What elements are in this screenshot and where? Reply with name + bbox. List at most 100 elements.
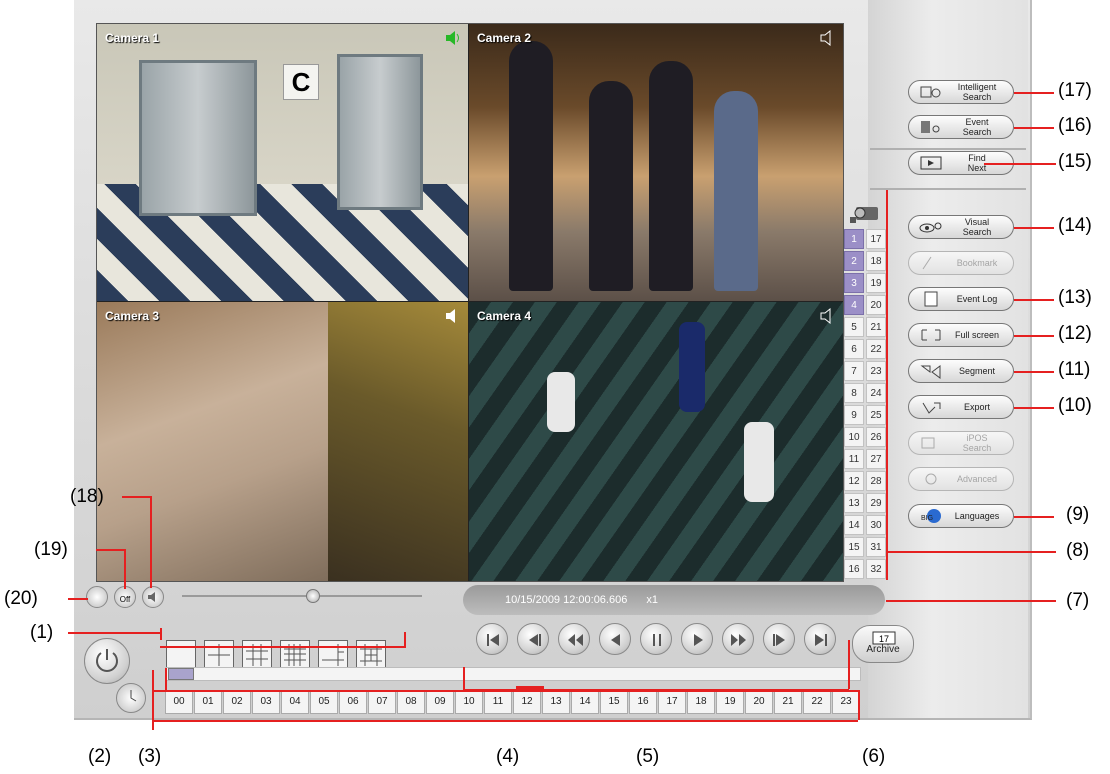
hour-12-button[interactable]: 12 [513, 690, 541, 714]
speaker-icon[interactable] [819, 30, 835, 46]
audio-off-button[interactable]: Off [114, 586, 136, 608]
schedule-button[interactable] [116, 683, 146, 713]
channel-9-button[interactable]: 9 [844, 405, 864, 425]
channel-32-button[interactable]: 32 [866, 559, 886, 579]
hour-00-button[interactable]: 00 [165, 690, 193, 714]
next-frame-button[interactable] [763, 623, 795, 655]
hour-07-button[interactable]: 07 [368, 690, 396, 714]
split-9-icon[interactable] [242, 640, 272, 670]
visual-search-button[interactable]: Visual Search [908, 215, 1014, 239]
split-16-icon[interactable] [280, 640, 310, 670]
camera-4-view[interactable]: Camera 4 [469, 302, 843, 581]
channel-17-button[interactable]: 17 [866, 229, 886, 249]
channel-19-button[interactable]: 19 [866, 273, 886, 293]
hour-22-button[interactable]: 22 [803, 690, 831, 714]
hour-15-button[interactable]: 15 [600, 690, 628, 714]
channel-31-button[interactable]: 31 [866, 537, 886, 557]
volume-slider-knob[interactable] [306, 589, 320, 603]
hour-04-button[interactable]: 04 [281, 690, 309, 714]
split-1-icon[interactable] [166, 640, 196, 670]
channel-2-button[interactable]: 2 [844, 251, 864, 271]
channel-1-button[interactable]: 1 [844, 229, 864, 249]
bookmark-button[interactable]: Bookmark [908, 251, 1014, 275]
event-log-button[interactable]: Event Log [908, 287, 1014, 311]
channel-23-button[interactable]: 23 [866, 361, 886, 381]
camera-2-view[interactable]: Camera 2 [469, 24, 843, 301]
camera-1-view[interactable]: C Camera 1 [97, 24, 468, 301]
hour-02-button[interactable]: 02 [223, 690, 251, 714]
hour-13-button[interactable]: 13 [542, 690, 570, 714]
ipos-search-button[interactable]: iPOS Search [908, 431, 1014, 455]
channel-13-button[interactable]: 13 [844, 493, 864, 513]
hour-23-button[interactable]: 23 [832, 690, 860, 714]
channel-4-button[interactable]: 4 [844, 295, 864, 315]
snapshot-button[interactable] [86, 586, 108, 608]
hour-10-button[interactable]: 10 [455, 690, 483, 714]
split-13-icon[interactable] [356, 640, 386, 670]
volume-button[interactable] [142, 586, 164, 608]
channel-20-button[interactable]: 20 [866, 295, 886, 315]
channel-22-button[interactable]: 22 [866, 339, 886, 359]
last-button[interactable] [804, 623, 836, 655]
first-button[interactable] [476, 623, 508, 655]
camera-3-view[interactable]: Camera 3 [97, 302, 468, 581]
hour-09-button[interactable]: 09 [426, 690, 454, 714]
split-6-icon[interactable] [318, 640, 348, 670]
speaker-icon[interactable] [444, 308, 460, 324]
channel-6-button[interactable]: 6 [844, 339, 864, 359]
hour-19-button[interactable]: 19 [716, 690, 744, 714]
pause-button[interactable] [640, 623, 672, 655]
hour-11-button[interactable]: 11 [484, 690, 512, 714]
event-search-button[interactable]: Event Search [908, 115, 1014, 139]
play-button[interactable] [681, 623, 713, 655]
channel-5-button[interactable]: 5 [844, 317, 864, 337]
channel-11-button[interactable]: 11 [844, 449, 864, 469]
hour-14-button[interactable]: 14 [571, 690, 599, 714]
prev-frame-button[interactable] [517, 623, 549, 655]
rewind-button[interactable] [558, 623, 590, 655]
channel-26-button[interactable]: 26 [866, 427, 886, 447]
channel-16-button[interactable]: 16 [844, 559, 864, 579]
timeline-slider[interactable] [168, 668, 194, 680]
languages-button[interactable]: BIG Languages [908, 504, 1014, 528]
advanced-button[interactable]: Advanced [908, 467, 1014, 491]
channel-15-button[interactable]: 15 [844, 537, 864, 557]
reverse-play-button[interactable] [599, 623, 631, 655]
channel-21-button[interactable]: 21 [866, 317, 886, 337]
power-button[interactable] [84, 638, 130, 684]
channel-25-button[interactable]: 25 [866, 405, 886, 425]
hour-08-button[interactable]: 08 [397, 690, 425, 714]
hour-01-button[interactable]: 01 [194, 690, 222, 714]
channel-24-button[interactable]: 24 [866, 383, 886, 403]
hour-16-button[interactable]: 16 [629, 690, 657, 714]
hour-18-button[interactable]: 18 [687, 690, 715, 714]
speaker-icon[interactable] [819, 308, 835, 324]
archive-button[interactable]: 17 Archive [852, 625, 914, 663]
channel-30-button[interactable]: 30 [866, 515, 886, 535]
hour-17-button[interactable]: 17 [658, 690, 686, 714]
channel-12-button[interactable]: 12 [844, 471, 864, 491]
video-display[interactable]: C Camera 1 Camera 2 Camera 3 Camera 4 [96, 23, 844, 582]
channel-28-button[interactable]: 28 [866, 471, 886, 491]
hour-05-button[interactable]: 05 [310, 690, 338, 714]
hour-21-button[interactable]: 21 [774, 690, 802, 714]
segment-button[interactable]: Segment [908, 359, 1014, 383]
fast-forward-button[interactable] [722, 623, 754, 655]
timeline-bar[interactable] [165, 667, 861, 681]
channel-8-button[interactable]: 8 [844, 383, 864, 403]
channel-18-button[interactable]: 18 [866, 251, 886, 271]
hour-03-button[interactable]: 03 [252, 690, 280, 714]
channel-29-button[interactable]: 29 [866, 493, 886, 513]
channel-10-button[interactable]: 10 [844, 427, 864, 447]
speaker-active-icon[interactable] [444, 30, 460, 46]
channel-27-button[interactable]: 27 [866, 449, 886, 469]
channel-7-button[interactable]: 7 [844, 361, 864, 381]
intelligent-search-button[interactable]: Intelligent Search [908, 80, 1014, 104]
hour-20-button[interactable]: 20 [745, 690, 773, 714]
channel-3-button[interactable]: 3 [844, 273, 864, 293]
hour-06-button[interactable]: 06 [339, 690, 367, 714]
export-button[interactable]: Export [908, 395, 1014, 419]
channel-14-button[interactable]: 14 [844, 515, 864, 535]
full-screen-button[interactable]: Full screen [908, 323, 1014, 347]
split-4-icon[interactable] [204, 640, 234, 670]
